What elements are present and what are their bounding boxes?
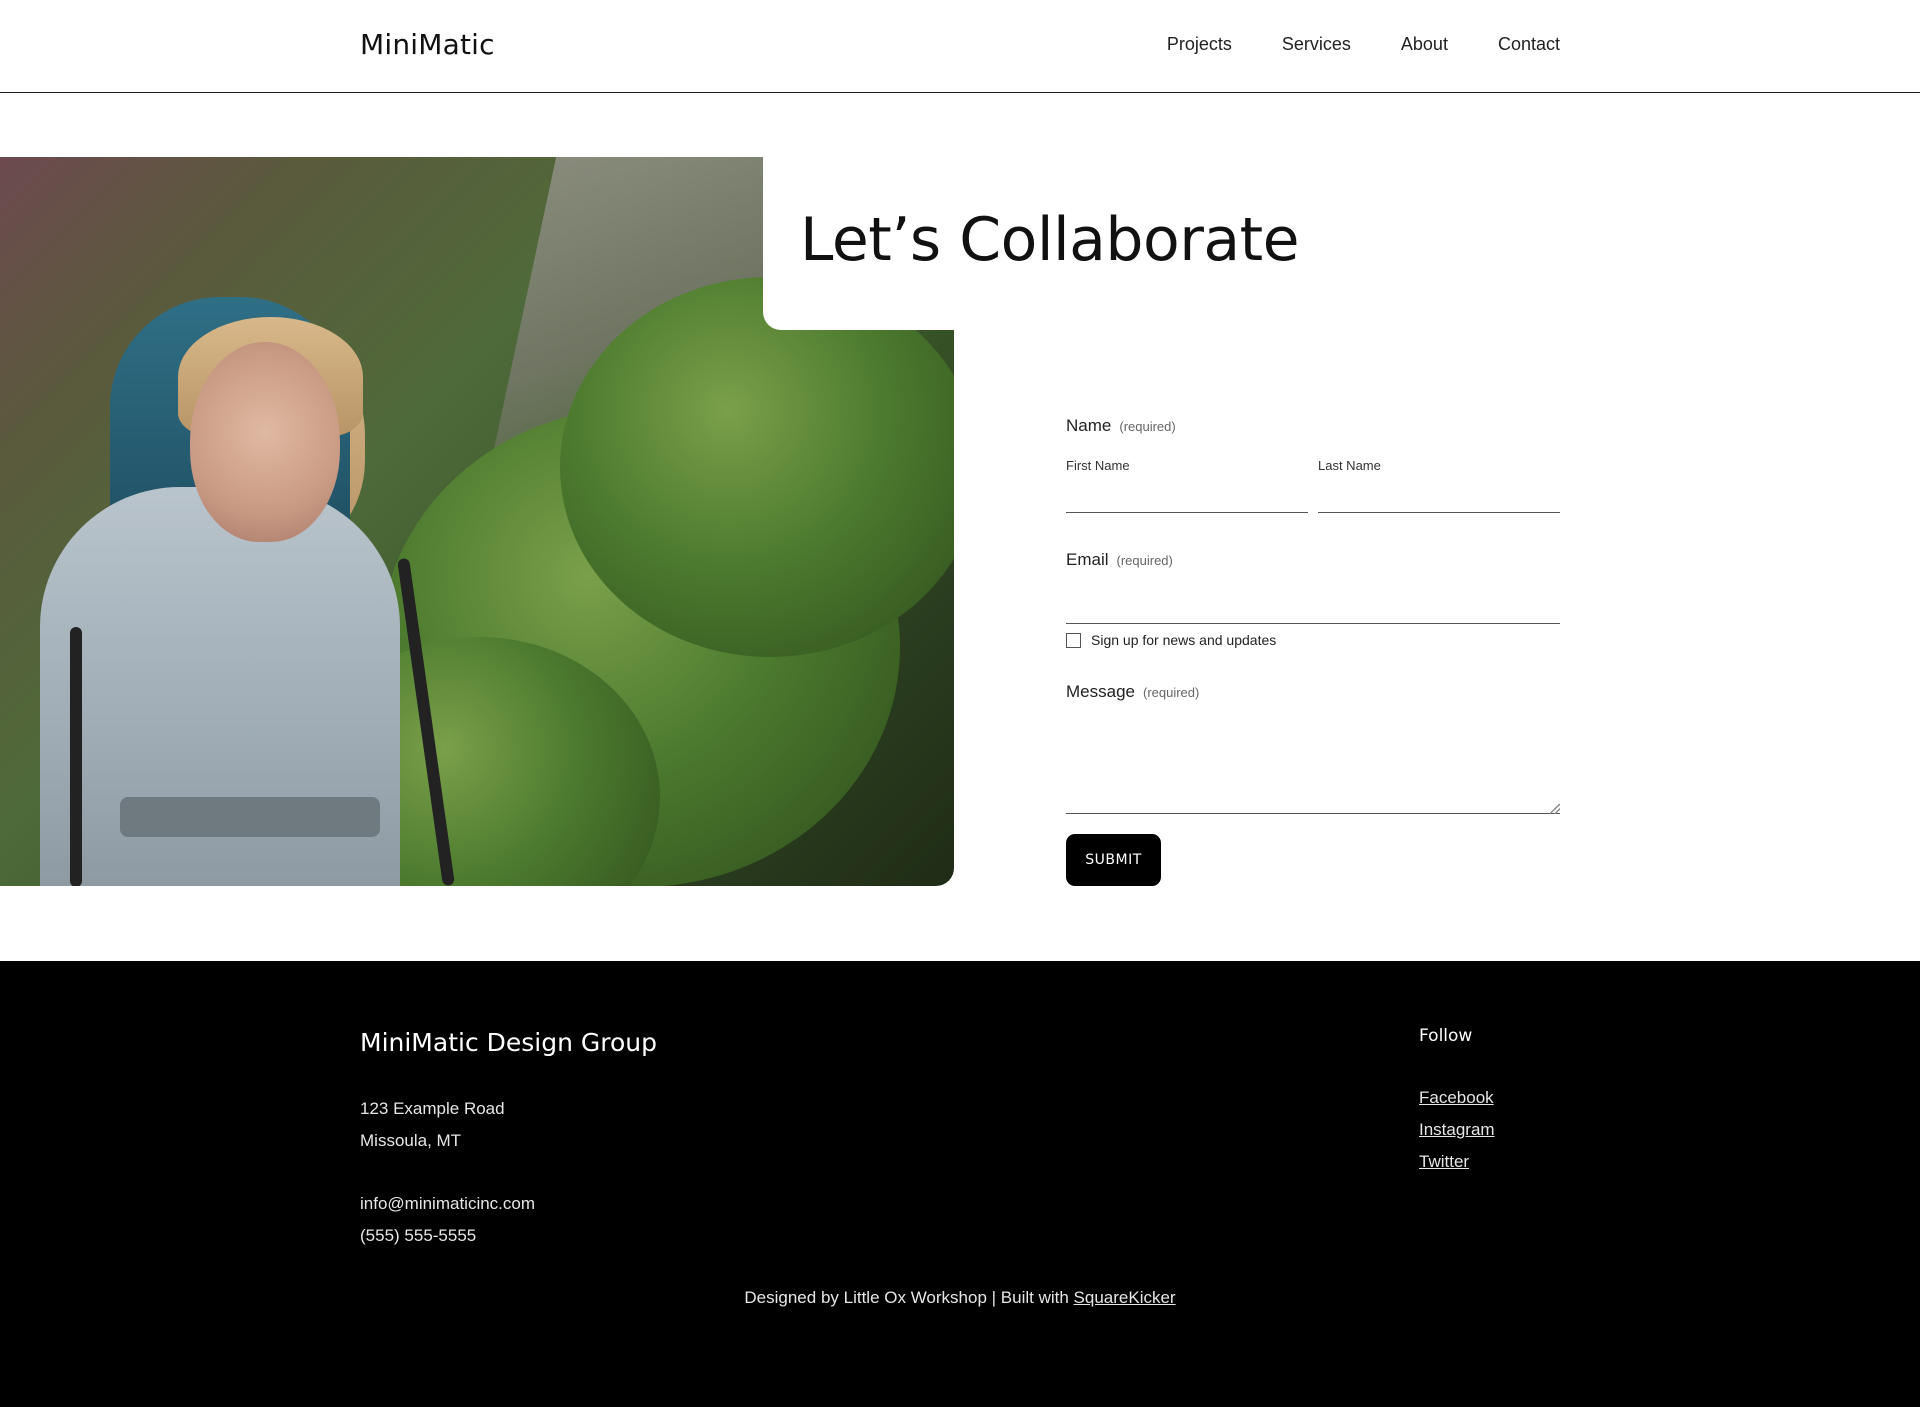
name-label-row: Name (required) xyxy=(1066,416,1560,436)
footer-address-line2: Missoula, MT xyxy=(360,1131,462,1150)
nav-link-about[interactable]: About xyxy=(1401,34,1448,55)
contact-form: Name (required) First Name Last Name Emai… xyxy=(1066,416,1560,886)
resize-handle-icon[interactable] xyxy=(1550,804,1560,814)
footer-credits: Designed by Little Ox Workshop | Built w… xyxy=(0,1288,1920,1308)
name-label: Name xyxy=(1066,416,1112,435)
email-field[interactable] xyxy=(1066,582,1560,624)
footer-phone[interactable]: (555) 555-5555 xyxy=(360,1226,476,1246)
nav-link-projects[interactable]: Projects xyxy=(1167,34,1232,55)
email-label: Email xyxy=(1066,550,1109,569)
message-required-hint: (required) xyxy=(1142,685,1200,700)
photo-trekking-pole xyxy=(70,627,82,886)
site-logo[interactable]: MiniMatic xyxy=(360,28,495,61)
photo-face xyxy=(190,342,340,542)
first-name-group: First Name xyxy=(1066,458,1308,513)
message-group: Message (required) xyxy=(1066,682,1560,814)
main-nav: Projects Services About Contact xyxy=(1167,34,1560,55)
twitter-link[interactable]: Twitter xyxy=(1419,1152,1469,1172)
submit-button[interactable]: SUBMIT xyxy=(1066,834,1161,886)
credits-text: Designed by Little Ox Workshop | Built w… xyxy=(744,1288,1074,1307)
newsletter-option[interactable]: Sign up for news and updates xyxy=(1066,632,1276,648)
name-row: First Name Last Name xyxy=(1066,458,1560,513)
site-header: MiniMatic Projects Services About Contac… xyxy=(0,0,1920,93)
facebook-link[interactable]: Facebook xyxy=(1419,1088,1494,1108)
photo-bush xyxy=(560,277,954,657)
newsletter-label: Sign up for news and updates xyxy=(1091,632,1277,648)
site-footer: MiniMatic Design Group 123 Example Road … xyxy=(0,961,1920,1407)
follow-title: Follow xyxy=(1419,1026,1473,1046)
first-name-field[interactable] xyxy=(1066,473,1308,513)
message-field[interactable] xyxy=(1066,710,1560,814)
last-name-group: Last Name xyxy=(1318,458,1560,513)
instagram-link[interactable]: Instagram xyxy=(1419,1120,1495,1140)
first-name-label: First Name xyxy=(1066,458,1130,473)
last-name-field[interactable] xyxy=(1318,473,1560,513)
nav-link-services[interactable]: Services xyxy=(1282,34,1351,55)
name-required-hint: (required) xyxy=(1119,419,1176,434)
footer-email[interactable]: info@minimaticinc.com xyxy=(360,1194,535,1214)
page-title: Let’s Collaborate xyxy=(800,205,1300,275)
checkbox-icon[interactable] xyxy=(1066,632,1081,648)
message-label: Message xyxy=(1066,682,1135,701)
squarekicker-link[interactable]: SquareKicker xyxy=(1074,1288,1176,1307)
photo-hip-strap xyxy=(120,797,380,837)
footer-address-line1: 123 Example Road xyxy=(360,1099,505,1118)
last-name-label: Last Name xyxy=(1318,458,1381,473)
email-group: Email (required) xyxy=(1066,550,1560,624)
footer-brand: MiniMatic Design Group xyxy=(360,1028,658,1057)
email-required-hint: (required) xyxy=(1116,553,1173,568)
nav-link-contact[interactable]: Contact xyxy=(1498,34,1560,55)
